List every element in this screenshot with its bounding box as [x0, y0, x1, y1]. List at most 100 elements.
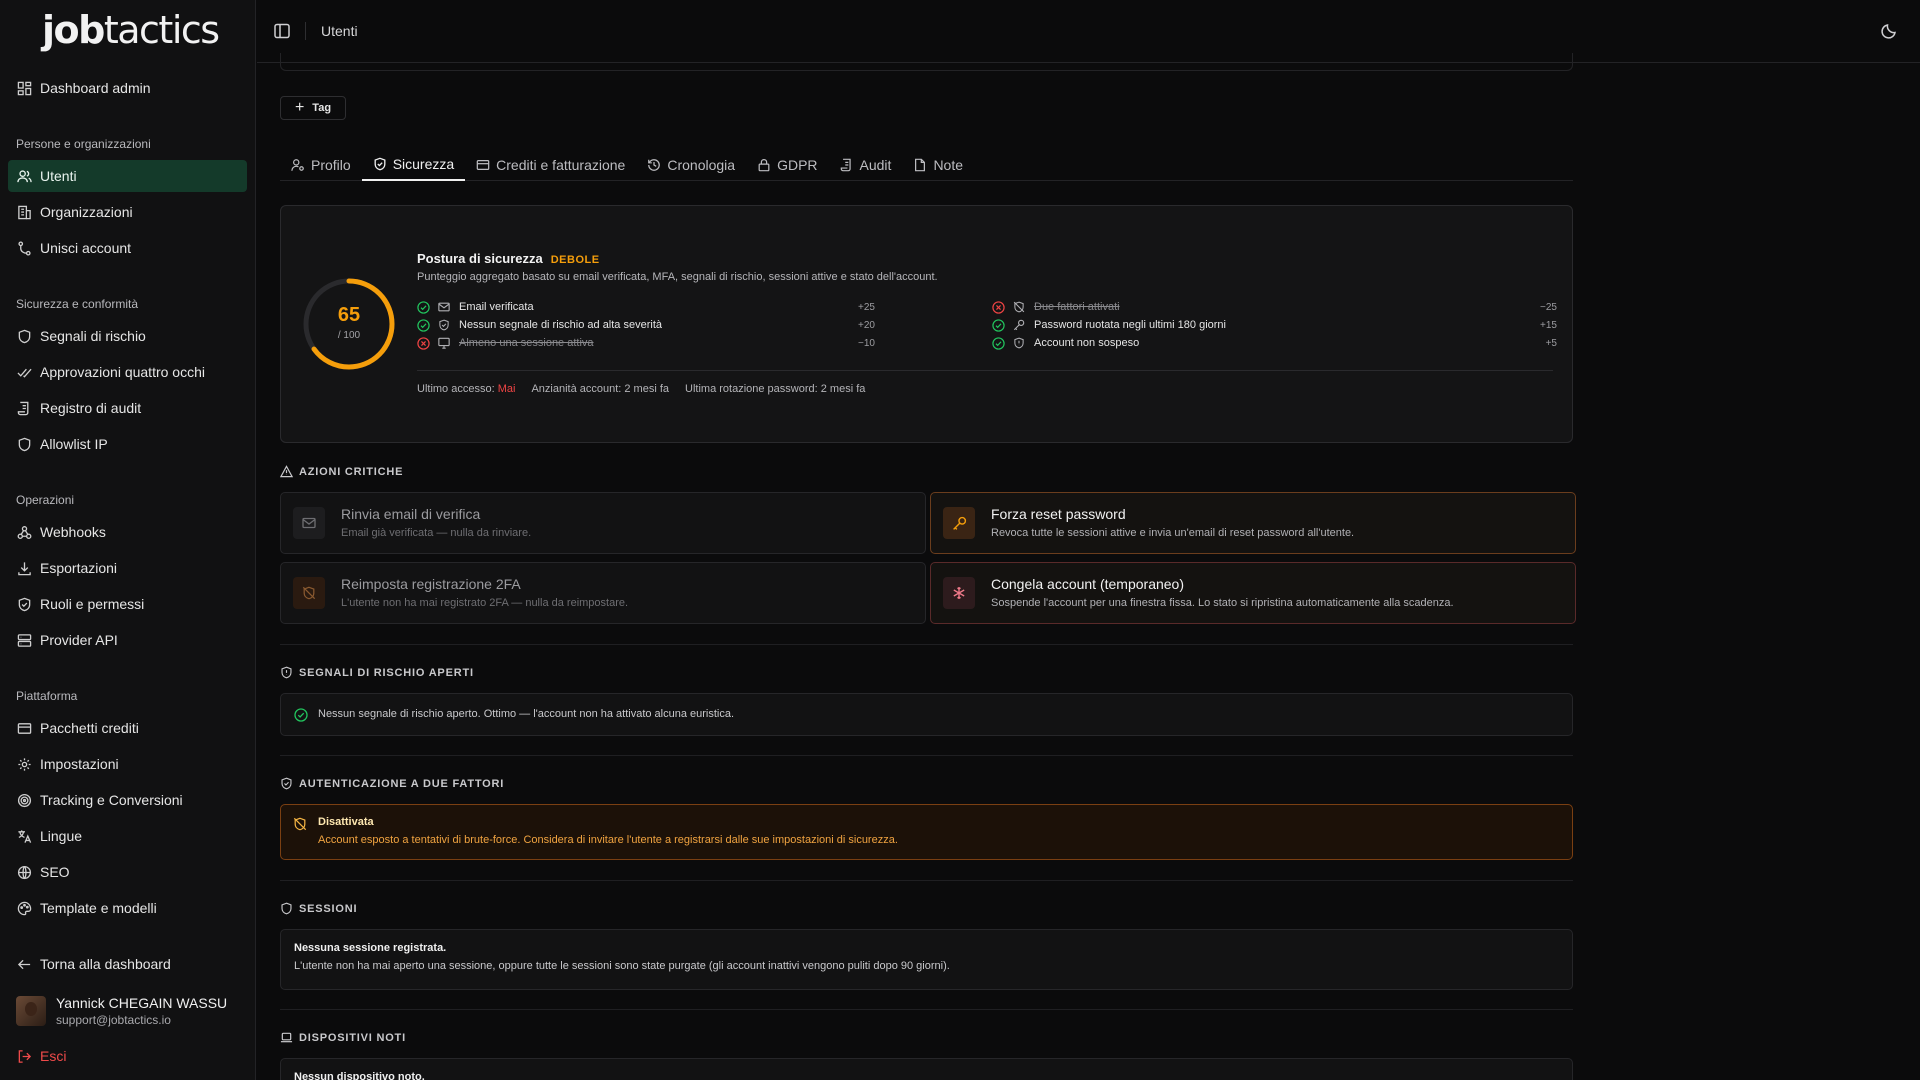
check-active-session: Almeno una sessione attiva [417, 336, 594, 350]
sidebar-item-utenti[interactable]: Utenti [8, 160, 247, 192]
sidebar-item-allowlist-ip[interactable]: Allowlist IP [8, 428, 247, 460]
shield-alert-icon [280, 666, 293, 679]
sidebar-item-ruoli-e-permessi[interactable]: Ruoli e permessi [8, 588, 247, 620]
translate-icon [16, 828, 32, 844]
add-tag-button[interactable]: + Tag [280, 96, 346, 120]
resend-verification-email-button[interactable]: Rinvia email di verifica Email già verif… [280, 492, 926, 554]
check-circle-icon [992, 318, 1005, 332]
tab-audit[interactable]: Audit [829, 149, 903, 181]
key-icon [943, 507, 975, 539]
action-description: Revoca tutte le sessioni attive e invia … [991, 527, 1355, 539]
sidebar-toggle-icon[interactable] [273, 22, 291, 40]
posture-badge: DEBOLE [550, 254, 600, 266]
shield-off-icon [293, 577, 325, 609]
action-title: Forza reset password [991, 506, 1126, 522]
tab-label: Crediti e fatturazione [496, 157, 626, 173]
section-heading-risk-signals: SEGNALI DI RISCHIO APERTI [280, 666, 474, 679]
moon-icon[interactable] [1880, 22, 1898, 40]
sidebar-item-esportazioni[interactable]: Esportazioni [8, 552, 247, 584]
back-to-dashboard-link[interactable]: Torna alla dashboard [8, 948, 247, 980]
tab-cronologia[interactable]: Cronologia [636, 149, 746, 181]
posture-description: Punteggio aggregato basato su email veri… [417, 271, 938, 283]
breadcrumb: Utenti [321, 23, 358, 39]
last-access-value: Mai [497, 383, 516, 395]
mail-icon [293, 507, 325, 539]
tab-sicurezza[interactable]: Sicurezza [361, 149, 466, 181]
file-icon [913, 158, 927, 172]
logout-icon [16, 1048, 32, 1064]
action-description: Sospende l'account per una finestra fiss… [991, 597, 1454, 609]
user-email: support@jobtactics.io [56, 1013, 171, 1027]
check-password-rotated: Password ruotata negli ultimi 180 giorni [992, 318, 1226, 332]
action-description: L'utente non ha mai registrato 2FA — nul… [341, 597, 629, 609]
shield-icon [280, 902, 293, 915]
main-content: + Tag Profilo Sicurezza Crediti e fattur… [280, 53, 1576, 1080]
check-two-factor: Due fattori attivati [992, 300, 1120, 314]
sidebar-item-label: Esci [40, 1048, 67, 1064]
sidebar-item-segnali-di-rischio[interactable]: Segnali di rischio [8, 320, 247, 352]
sidebar-item-label: SEO [40, 864, 70, 880]
two-factor-alert: Disattivata Account esposto a tentativi … [280, 804, 1573, 860]
sidebar-item-impostazioni[interactable]: Impostazioni [8, 748, 247, 780]
tab-gdpr[interactable]: GDPR [746, 149, 828, 181]
freeze-account-button[interactable]: Congela account (temporaneo) Sospende l'… [930, 562, 1576, 624]
tabs: Profilo Sicurezza Crediti e fatturazione… [280, 149, 1573, 181]
sidebar-section-title: Sicurezza e conformità [16, 297, 139, 311]
sidebar-item-approvazioni-quattro-occhi[interactable]: Approvazioni quattro occhi [8, 356, 247, 388]
webhook-icon [16, 524, 32, 540]
tab-crediti-e-fatturazione[interactable]: Crediti e fatturazione [465, 149, 636, 181]
divider [280, 1009, 1573, 1010]
sidebar-item-registro-di-audit[interactable]: Registro di audit [8, 392, 247, 424]
sidebar-item-webhooks[interactable]: Webhooks [8, 516, 247, 548]
check-email-verified: Email verificata [417, 300, 534, 314]
sidebar-item-label: Ruoli e permessi [40, 596, 145, 612]
sidebar-item-lingue[interactable]: Lingue [8, 820, 247, 852]
user-name: Yannick CHEGAIN WASSU [56, 995, 228, 1011]
sidebar-item-label: Webhooks [40, 524, 106, 540]
force-password-reset-button[interactable]: Forza reset password Revoca tutte le ses… [930, 492, 1576, 554]
devices-box: Nessun dispositivo noto. [280, 1058, 1573, 1080]
sidebar-item-unisci-account[interactable]: Unisci account [8, 232, 247, 264]
divider [280, 755, 1573, 756]
double-check-icon [16, 364, 32, 380]
sidebar-item-label: Organizzazioni [40, 204, 133, 220]
devices-title: Nessun dispositivo noto. [294, 1071, 425, 1080]
section-heading-sessions: SESSIONI [280, 902, 357, 915]
tab-note[interactable]: Note [902, 149, 974, 181]
sidebar-item-provider-api[interactable]: Provider API [8, 624, 247, 656]
grid-icon [16, 80, 32, 96]
sidebar-item-label: Allowlist IP [40, 436, 108, 452]
divider [280, 880, 1573, 881]
brand-logo[interactable]: jobtactics [42, 8, 220, 52]
section-heading-two-factor: AUTENTICAZIONE A DUE FATTORI [280, 777, 504, 790]
sidebar-item-organizzazioni[interactable]: Organizzazioni [8, 196, 247, 228]
sidebar-item-label: Registro di audit [40, 400, 142, 416]
reset-2fa-enrollment-button[interactable]: Reimposta registrazione 2FA L'utente non… [280, 562, 926, 624]
sidebar-item-label: Esportazioni [40, 560, 118, 576]
sidebar-item-template-e-modelli[interactable]: Template e modelli [8, 892, 247, 924]
sidebar-item-label: Unisci account [40, 240, 132, 256]
monitor-icon [438, 337, 450, 349]
sidebar-item-label: Provider API [40, 632, 118, 648]
sidebar-section-title: Operazioni [16, 493, 75, 507]
sidebar-item-pacchetti-crediti[interactable]: Pacchetti crediti [8, 712, 247, 744]
sidebar-item-seo[interactable]: SEO [8, 856, 247, 888]
sidebar: jobtactics Dashboard admin Persone e org… [0, 0, 256, 1080]
sidebar-item-label: Tracking e Conversioni [40, 792, 183, 808]
tab-profilo[interactable]: Profilo [280, 149, 362, 181]
scroll-icon [840, 158, 854, 172]
sidebar-item-tracking-e-conversioni[interactable]: Tracking e Conversioni [8, 784, 247, 816]
sidebar-item-dashboard-admin[interactable]: Dashboard admin [8, 72, 247, 104]
sidebar-item-label: Dashboard admin [40, 80, 151, 96]
action-description: Email già verificata — nulla da rinviare… [341, 527, 532, 539]
security-posture-card: 65 / 100 Postura di sicurezza DEBOLE Punt… [280, 205, 1573, 443]
user-profile[interactable]: Yannick CHEGAIN WASSU support@jobtactics… [16, 995, 227, 1027]
plus-icon: + [294, 99, 305, 116]
tab-label: Sicurezza [392, 156, 455, 172]
tab-label: Cronologia [667, 157, 736, 173]
score-value: 65 [337, 304, 361, 326]
sidebar-item-label: Impostazioni [40, 756, 119, 772]
shield-icon [16, 328, 32, 344]
action-title: Reimposta registrazione 2FA [341, 576, 521, 592]
logout-button[interactable]: Esci [8, 1040, 247, 1072]
